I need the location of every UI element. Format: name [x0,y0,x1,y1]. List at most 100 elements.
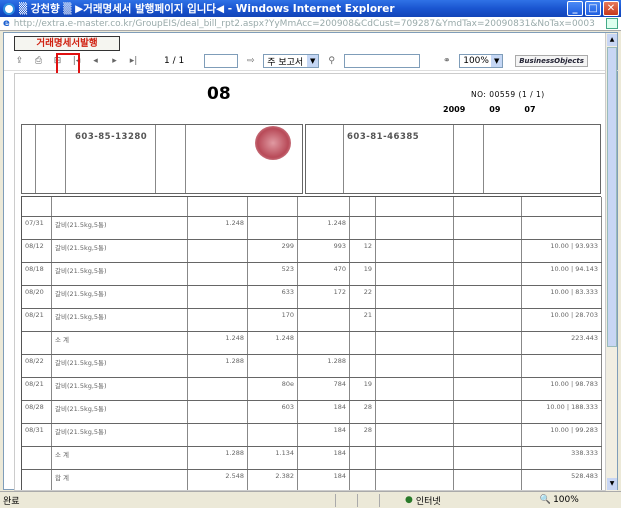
table-cell-q3: 993 [298,240,350,262]
go-icon[interactable] [606,18,618,29]
view-select-value: 주 보고서 [267,57,304,68]
scroll-thumb[interactable] [607,47,617,347]
table-cell-q3 [298,332,350,354]
table-cell-q2: 299 [248,240,298,262]
table-cell-empty [454,401,522,423]
table-cell-total: 10.00 | 83.333 [522,286,602,308]
minimize-button[interactable]: _ [567,1,583,16]
prev-page-icon[interactable]: ◂ [89,55,102,67]
table-cell-item: 갈비(21.5kg,5통) [52,424,188,446]
table-cell-q3: 1.248 [298,217,350,239]
table-cell-item: 갈비(21.5kg,5통) [52,309,188,331]
table-row: 소 계 1.288 1.134 184 338.333 [22,447,602,470]
table-cell-total: 10.00 | 93.933 [522,240,602,262]
table-cell-total: 10.00 | 188.333 [522,401,602,423]
table-cell-q2: 633 [248,286,298,308]
seal-stamp [255,126,291,160]
last-page-icon[interactable]: ▸| [127,55,140,67]
table-cell-empty [376,401,454,423]
search-input[interactable] [344,54,421,68]
table-cell-empty [454,470,522,490]
ie-page-icon: e [3,18,10,29]
table-header-cell [350,197,376,216]
table-cell-q3: 184 [298,401,350,423]
search-icon[interactable]: ⚲ [325,55,338,67]
chevron-down-icon: ▼ [491,55,503,67]
table-cell-empty [454,424,522,446]
table-cell-total: 10.00 | 94.143 [522,263,602,285]
table-cell-empty [454,217,522,239]
table-row: 07/31 갈비(21.5kg,5통) 1.248 1.248 [22,217,602,240]
issue-date: 2009 09 07 [443,105,536,114]
table-cell-empty [376,470,454,490]
vertical-scrollbar[interactable]: ▲ ▼ [605,33,617,491]
table-cell-item: 갈비(21.5kg,5통) [52,240,188,262]
statement-table: 07/31 갈비(21.5kg,5통) 1.248 1.248 08/12 갈비(21.5… [21,196,602,490]
table-cell-n [350,217,376,239]
scroll-down-icon[interactable]: ▼ [607,478,617,490]
address-url[interactable]: http://extra.e-master.co.kr/GroupEIS/dea… [14,19,599,29]
zone-text: 인터넷 [415,496,441,507]
status-zoom[interactable]: 100% [553,495,579,505]
export-icon[interactable]: ⇪ [13,55,26,67]
table-cell-n: 12 [350,240,376,262]
maximize-button[interactable]: □ [585,1,601,16]
table-cell-date: 08/21 [22,378,52,400]
table-cell-q2: 523 [248,263,298,285]
table-row: 08/31 갈비(21.5kg,5통) 184 28 10.00 | 99.283 [22,424,602,447]
table-cell-total: 10.00 | 98.783 [522,378,602,400]
zoom-value: 100% [463,56,489,66]
table-header-cell [522,197,602,216]
table-cell-empty [376,263,454,285]
table-cell-n [350,447,376,469]
table-header-cell [248,197,298,216]
zoom-select[interactable]: 100% ▼ [459,54,504,68]
next-page-icon[interactable]: ▸ [108,55,121,67]
address-bar[interactable]: e http://extra.e-master.co.kr/GroupEIS/d… [0,17,621,31]
table-cell-q3 [298,309,350,331]
table-cell-q3: 184 [298,424,350,446]
table-cell-date: 08/20 [22,286,52,308]
table-row: 08/21 갈비(21.5kg,5통) 80e 784 19 10.00 | 98.783 [22,378,602,401]
report-toolbar: ⇪ ⎙ ⊞ |◂ ◂ ▸ ▸| 1 / 1 ⇨ 주 보고서 ▼ ⚲ ⚭ 100% ▼… [4,52,619,75]
table-cell-total: 223.443 [522,332,602,354]
table-cell-q2: 1.134 [248,447,298,469]
table-cell-n: 28 [350,424,376,446]
status-bar: 완료 ● 인터넷 🔍 100% [0,491,621,508]
table-cell-q1 [188,286,248,308]
page-content: 거래명세서발행 ⇪ ⎙ ⊞ |◂ ◂ ▸ ▸| 1 / 1 ⇨ 주 보고서 ▼ ⚲… [3,32,619,491]
goto-icon[interactable]: ⇨ [244,55,257,67]
close-button[interactable]: ✕ [603,1,619,16]
table-row: 08/12 갈비(21.5kg,5통) 299 993 12 10.00 | 93.933 [22,240,602,263]
table-cell-item: 갈비(21.5kg,5통) [52,286,188,308]
table-cell-empty [376,217,454,239]
document-number: 08 [207,84,231,104]
find-binoculars-icon[interactable]: ⚭ [440,55,453,67]
globe-icon: ● [405,495,413,505]
table-cell-n: 28 [350,401,376,423]
table-cell-empty [376,286,454,308]
table-cell-empty [376,447,454,469]
table-cell-item: 갈비(21.5kg,5통) [52,355,188,377]
table-cell-empty [376,424,454,446]
table-row: 08/21 갈비(21.5kg,5통) 170 21 10.00 | 28.703 [22,309,602,332]
goto-page-input[interactable] [204,54,239,68]
table-cell-empty [376,240,454,262]
statement-document: 08 NO: 00559 (1 / 1) 2009 09 07 603-85-1… [14,73,608,491]
table-cell-date [22,332,52,354]
page-indicator: 1 / 1 [164,56,185,66]
table-cell-total: 528.483 [522,470,602,490]
table-cell-q2 [248,424,298,446]
table-cell-date: 08/12 [22,240,52,262]
view-select[interactable]: 주 보고서 ▼ [263,54,320,68]
scroll-up-icon[interactable]: ▲ [607,34,617,46]
table-cell-q2: 170 [248,309,298,331]
print-highlight [56,53,80,75]
print-icon[interactable]: ⎙ [32,55,45,67]
chevron-down-icon: ▼ [307,55,319,67]
issue-statement-button[interactable]: 거래명세서발행 [14,36,120,51]
zoom-icon[interactable]: 🔍 [540,495,551,505]
table-cell-date [22,447,52,469]
table-cell-q1: 1.248 [188,217,248,239]
table-cell-empty [376,355,454,377]
